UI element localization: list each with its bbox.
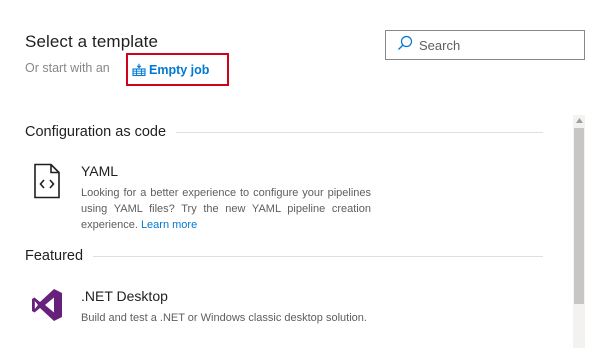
section-header-configuration: Configuration as code xyxy=(25,124,543,140)
empty-job-label: Empty job xyxy=(149,62,210,77)
template-item-net-desktop[interactable]: .NET Desktop Build and test a .NET or Wi… xyxy=(25,288,375,332)
divider xyxy=(93,255,543,257)
divider xyxy=(176,131,543,133)
template-name: .NET Desktop xyxy=(81,288,168,304)
search-box[interactable] xyxy=(385,30,585,60)
empty-job-icon xyxy=(132,63,146,77)
scroll-up-arrow-icon[interactable] xyxy=(574,115,584,125)
search-input[interactable] xyxy=(419,37,579,53)
section-title: Configuration as code xyxy=(25,124,167,140)
search-icon xyxy=(397,35,413,56)
subtitle: Or start with an xyxy=(25,61,110,75)
page-title: Select a template xyxy=(25,32,159,51)
template-description: Build and test a .NET or Windows classic… xyxy=(81,312,367,324)
empty-job-button[interactable]: Empty job xyxy=(126,53,229,86)
template-item-yaml[interactable]: YAML Looking for a better experience to … xyxy=(25,163,375,233)
yaml-file-icon xyxy=(25,163,69,207)
visual-studio-icon xyxy=(25,288,69,332)
scrollbar-thumb[interactable] xyxy=(574,128,584,304)
learn-more-link[interactable]: Learn more xyxy=(141,219,197,231)
template-name: YAML xyxy=(81,163,119,179)
section-header-featured: Featured xyxy=(25,248,543,264)
section-title: Featured xyxy=(25,248,84,264)
template-description: Looking for a better experience to confi… xyxy=(81,187,371,231)
